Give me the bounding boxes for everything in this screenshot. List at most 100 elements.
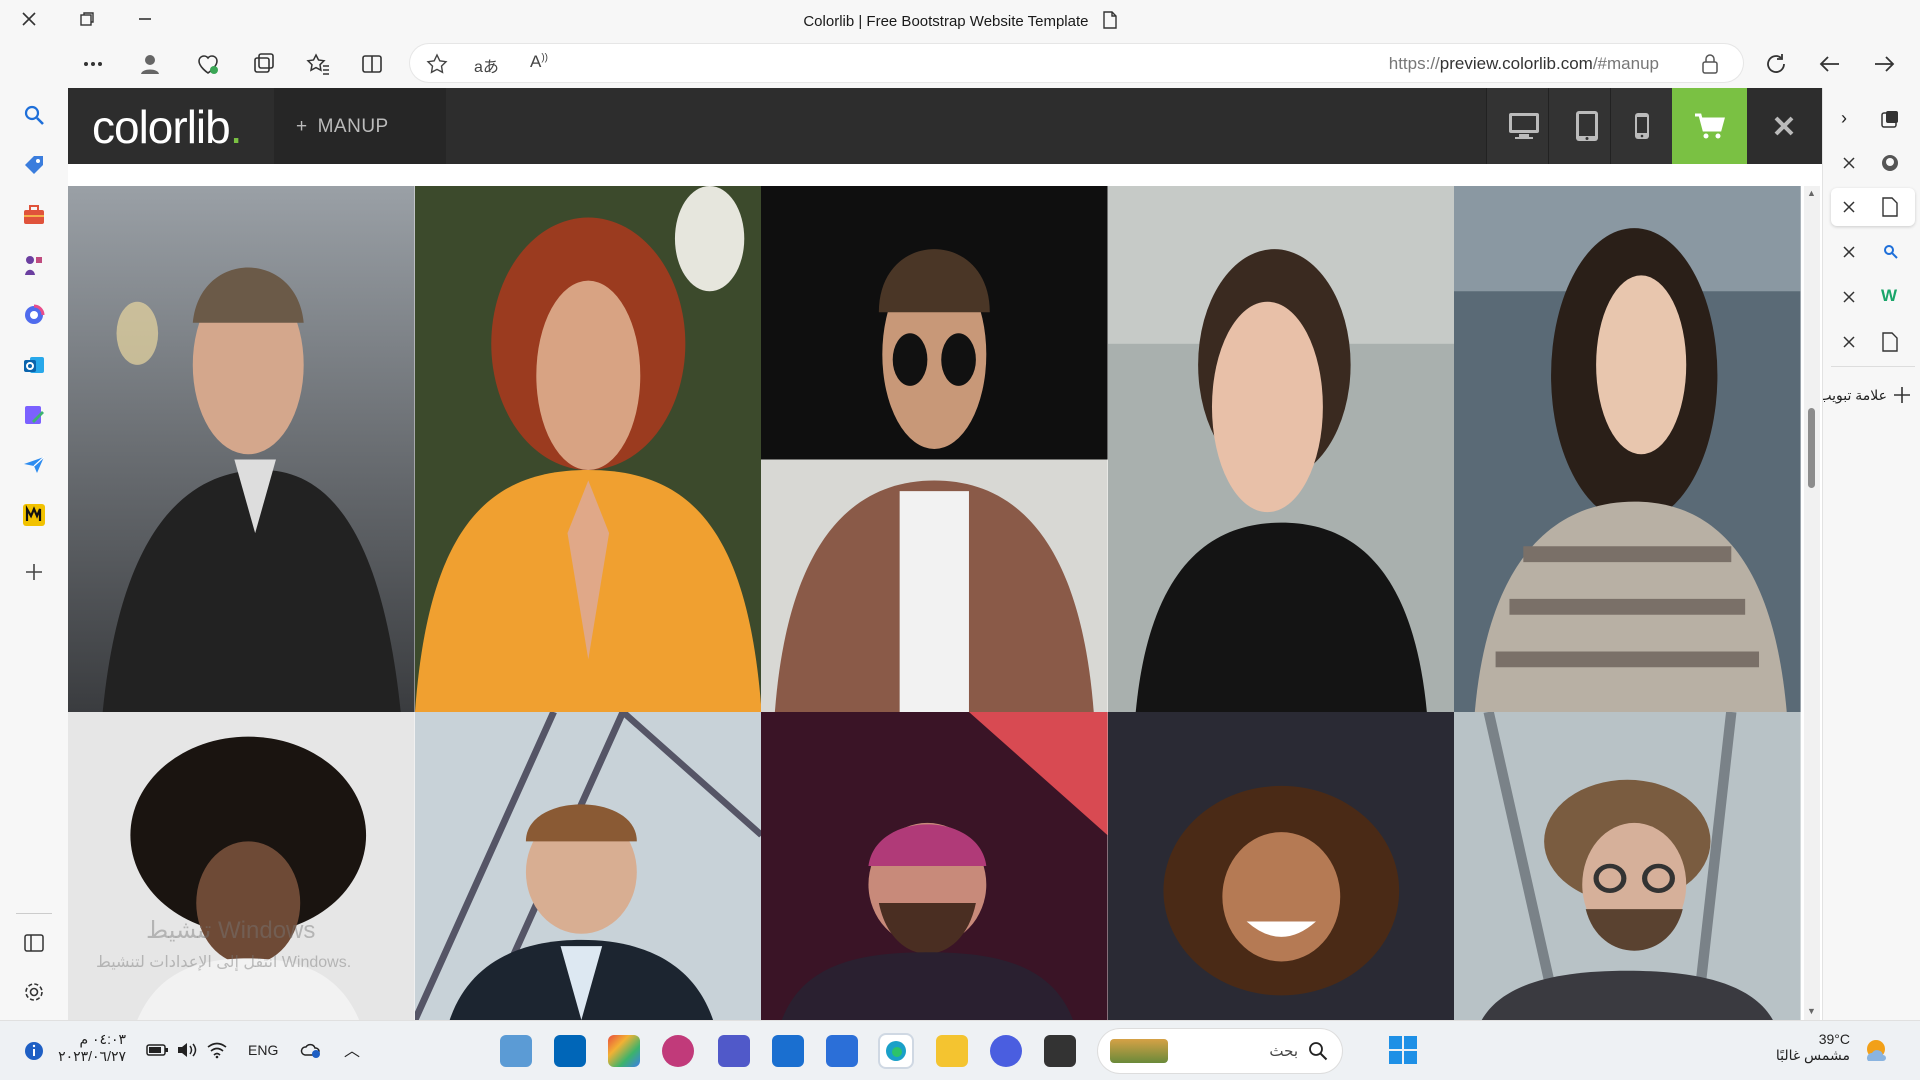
lock-icon[interactable] [1701,53,1719,75]
clock[interactable]: ٠٤:٠٣ م ٢٠٢٣/٠٦/٢٧ [54,1031,126,1065]
edge-sidebar [0,40,68,1020]
wifi-icon[interactable] [206,1041,228,1059]
search-icon[interactable] [22,103,46,127]
taskbar-app-1[interactable] [500,1035,532,1067]
address-bar[interactable]: aあ A)) https://preview.colorlib.com/#man… [410,44,1743,82]
theme-select-button[interactable]: + MANUP [274,88,446,164]
photo-portrait-woman-red-hair-orange-top[interactable] [414,186,762,712]
taskbar-app-11[interactable] [1044,1035,1076,1067]
add-favorite-star-icon[interactable] [426,53,448,75]
split-screen-icon[interactable] [360,52,384,76]
games-icon[interactable] [22,253,46,277]
logo-text: colorlib [92,101,231,153]
windows-activation-text: انتقل إلى الإعدادات لتنشيط Windows. [96,954,352,971]
language-indicator[interactable]: ENG [248,1042,278,1058]
forward-arrow-icon[interactable] [1872,52,1896,76]
tab-close-icon[interactable] [1842,200,1856,214]
tab-close-icon[interactable] [1842,245,1856,259]
close-preview-button[interactable] [1747,88,1822,164]
translate-icon[interactable]: aあ [474,53,499,77]
taskbar-file-explorer[interactable] [936,1035,968,1067]
photo-portrait-man-black-jacket[interactable] [68,186,415,712]
github-icon [1881,154,1899,172]
refresh-icon[interactable] [1764,52,1788,76]
more-options-icon[interactable] [82,54,104,74]
onedrive-status-icon[interactable] [300,1041,322,1059]
add-sidebar-app-icon[interactable] [24,562,44,582]
send-icon[interactable] [22,453,46,477]
colorlib-logo[interactable]: colorlib. [92,100,242,154]
scrollbar-thumb[interactable] [1808,408,1815,488]
window-title: Colorlib | Free Bootstrap Website Templa… [0,11,1920,30]
back-arrow-icon[interactable] [1818,52,1842,76]
buy-cart-button[interactable] [1672,88,1747,164]
tab-page-active[interactable] [1831,188,1915,226]
microsoft-365-icon[interactable] [22,303,46,327]
settings-gear-icon[interactable] [23,981,45,1003]
tools-briefcase-icon[interactable] [22,203,46,227]
web-page-viewport: colorlib. + MANUP ▲ ▼ [68,88,1822,1020]
tab-search[interactable] [1831,233,1915,271]
browser-toolbar: aあ A)) https://preview.colorlib.com/#man… [0,40,1920,88]
search-icon [1308,1041,1328,1061]
photo-portrait-woman-dark-top[interactable] [1107,186,1455,712]
collections-icon[interactable] [252,52,276,76]
battery-icon[interactable] [146,1041,170,1059]
scroll-down-arrow-icon[interactable]: ▼ [1807,1006,1816,1016]
taskbar-app-10[interactable] [990,1035,1022,1067]
chevron-right-icon[interactable]: › [1841,108,1847,129]
windows-start-icon[interactable] [1388,1035,1418,1065]
tab-close-icon[interactable] [1842,156,1856,170]
url-text[interactable]: https://preview.colorlib.com/#manup [1389,54,1659,74]
url-path: /#manup [1592,54,1659,73]
taskbar-store[interactable] [826,1035,858,1067]
tablet-icon [1575,110,1599,142]
taskbar-edge[interactable] [880,1035,912,1067]
photo-portrait-man-glasses-long-hair[interactable] [1454,712,1801,1020]
new-tab-button[interactable]: علامة تبويب جديدة [1823,378,1920,414]
tab-github[interactable] [1831,144,1915,182]
photo-portrait-woman-striped-top[interactable] [1454,186,1801,712]
taskbar-app-4[interactable] [662,1035,694,1067]
weather-widget[interactable]: 39°C مشمس غالبًا [1770,1031,1850,1064]
weather-temp: 39°C [1818,1031,1850,1047]
taskbar-app-3[interactable] [608,1035,640,1067]
weather-desc: مشمس غالبًا [1775,1047,1850,1063]
taskbar-vscode[interactable] [554,1035,586,1067]
tab-page[interactable] [1831,323,1915,361]
read-aloud-icon[interactable]: A)) [530,52,548,72]
taskbar-search[interactable]: بحث [1098,1029,1342,1073]
colorlib-preview-bar: colorlib. + MANUP [68,88,1822,164]
designer-icon[interactable] [22,403,46,427]
photo-portrait-woman-curly-afro[interactable] [68,712,415,1020]
photo-portrait-man-sunglasses-brown-shirt[interactable] [761,186,1108,712]
tab-close-icon[interactable] [1842,335,1856,349]
profile-icon[interactable] [138,52,162,76]
tab-w[interactable]: W [1831,278,1915,316]
vertical-tabs-panel: › W علامة تبويب جديدة [1822,88,1920,1020]
photo-portrait-man-suit[interactable] [414,712,762,1020]
taskbar-teams[interactable] [718,1035,750,1067]
tabs-divider [1831,366,1915,367]
shopping-tag-icon[interactable] [22,153,46,177]
chevron-up-icon[interactable]: ︿ [344,1037,360,1061]
favorites-icon[interactable] [306,52,330,76]
scroll-up-arrow-icon[interactable]: ▲ [1807,188,1816,198]
photo-portrait-woman-smiling-curls[interactable] [1107,712,1455,1020]
tab-workspaces[interactable]: › [1831,100,1915,138]
hide-sidebar-icon[interactable] [23,933,45,953]
mobile-view-button[interactable] [1610,88,1672,164]
photo-portrait-man-beard-stage[interactable] [761,712,1108,1020]
page-scrollbar[interactable]: ▲ ▼ [1804,186,1820,1020]
w-site-icon: W [1881,286,1898,305]
browser-essentials-icon[interactable] [196,52,220,76]
tab-close-icon[interactable] [1842,290,1856,304]
window-title-text: Colorlib | Free Bootstrap Website Templa… [803,13,1089,30]
extension-m-icon[interactable] [22,503,46,527]
weather-sun-cloud-icon [1862,1037,1890,1065]
outlook-icon[interactable] [22,353,46,377]
taskbar-outlook[interactable] [772,1035,804,1067]
template-preview-frame: ▲ ▼ [68,164,1822,1020]
notification-info-icon[interactable] [24,1041,44,1061]
volume-icon[interactable] [176,1041,198,1059]
